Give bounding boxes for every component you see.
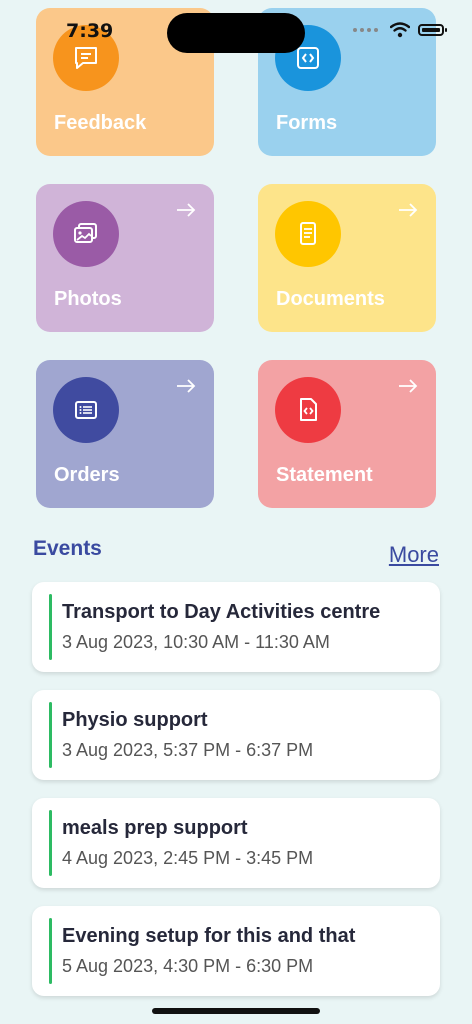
event-title: meals prep support <box>62 817 248 839</box>
signal-dots-icon <box>353 28 378 32</box>
code-file-icon <box>300 398 317 421</box>
status-icons <box>353 22 447 38</box>
event-card[interactable]: meals prep support 4 Aug 2023, 2:45 PM -… <box>32 798 440 888</box>
event-card[interactable]: Transport to Day Activities centre 3 Aug… <box>32 582 440 672</box>
event-accent-bar <box>49 702 52 768</box>
event-title: Physio support <box>62 709 208 731</box>
tile-statement[interactable]: Statement <box>258 360 436 508</box>
tile-photos[interactable]: Photos <box>36 184 214 332</box>
code-icon <box>297 47 319 69</box>
tile-label: Feedback <box>54 112 147 134</box>
photos-circle <box>53 201 119 267</box>
event-card[interactable]: Physio support 3 Aug 2023, 5:37 PM - 6:3… <box>32 690 440 780</box>
arrow-right-icon <box>177 379 196 393</box>
event-accent-bar <box>49 918 52 984</box>
orders-circle <box>53 377 119 443</box>
tile-label: Photos <box>54 288 122 310</box>
tile-label: Forms <box>276 112 338 134</box>
photo-icon <box>74 223 97 243</box>
event-title: Transport to Day Activities centre <box>62 601 381 623</box>
more-link[interactable]: More <box>389 542 439 568</box>
tile-label: Statement <box>276 464 373 486</box>
dynamic-island <box>167 13 305 53</box>
arrow-right-icon <box>399 203 418 217</box>
event-accent-bar <box>49 594 52 660</box>
chat-bubble-icon <box>75 47 97 69</box>
home-indicator[interactable] <box>152 1008 320 1014</box>
statement-circle <box>275 377 341 443</box>
tile-label: Orders <box>54 464 120 486</box>
document-icon <box>300 222 316 245</box>
event-card[interactable]: Evening setup for this and that 5 Aug 20… <box>32 906 440 996</box>
event-time: 5 Aug 2023, 4:30 PM - 6:30 PM <box>62 956 314 976</box>
wifi-icon <box>390 22 410 38</box>
arrow-right-icon <box>177 203 196 217</box>
arrow-right-icon <box>399 379 418 393</box>
tile-documents[interactable]: Documents <box>258 184 436 332</box>
tile-orders[interactable]: Orders <box>36 360 214 508</box>
event-accent-bar <box>49 810 52 876</box>
status-time: 7:39 <box>66 20 114 42</box>
event-title: Evening setup for this and that <box>62 925 356 947</box>
events-heading: Events <box>33 537 102 560</box>
event-time: 3 Aug 2023, 10:30 AM - 11:30 AM <box>62 632 330 652</box>
tile-label: Documents <box>276 288 385 310</box>
list-icon <box>75 401 97 419</box>
battery-icon <box>418 24 447 36</box>
documents-circle <box>275 201 341 267</box>
event-time: 4 Aug 2023, 2:45 PM - 3:45 PM <box>62 848 314 868</box>
event-time: 3 Aug 2023, 5:37 PM - 6:37 PM <box>62 740 314 760</box>
